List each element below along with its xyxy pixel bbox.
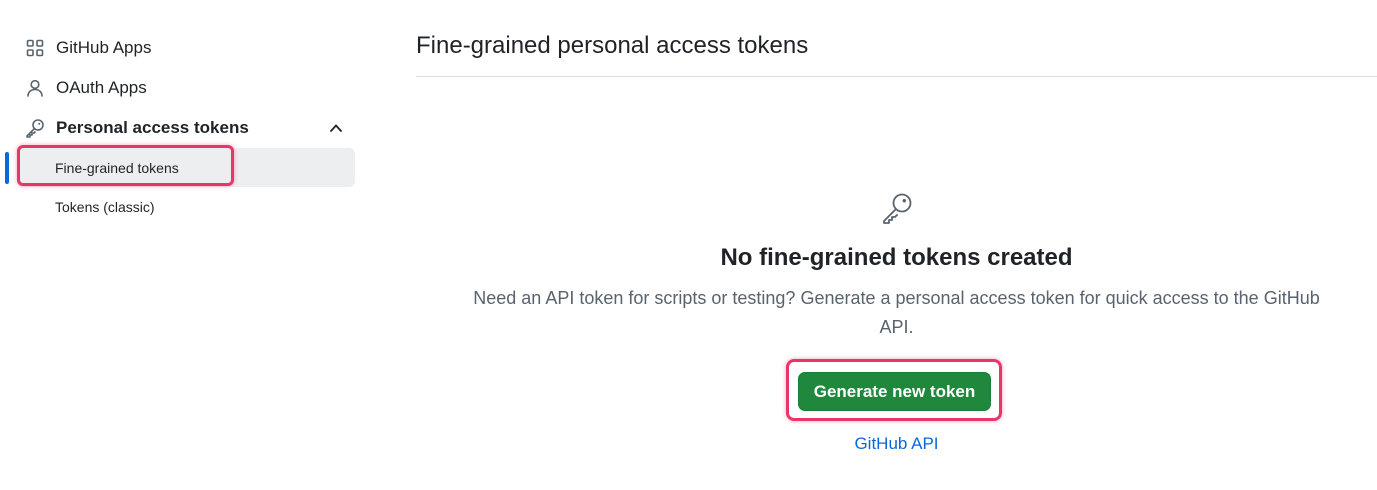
sidebar-subitem-label: Fine-grained tokens bbox=[55, 159, 179, 176]
sidebar-item-label: GitHub Apps bbox=[56, 38, 152, 57]
blank-state-title: No fine-grained tokens created bbox=[720, 244, 1073, 271]
key-icon bbox=[879, 190, 915, 226]
github-api-link[interactable]: GitHub API bbox=[416, 434, 1377, 454]
active-indicator bbox=[5, 152, 9, 184]
sidebar: GitHub Apps OAuth Apps Personal access t… bbox=[0, 28, 360, 226]
sidebar-subitem-label: Tokens (classic) bbox=[55, 198, 155, 215]
sidebar-item-personal-access-tokens[interactable]: Personal access tokens bbox=[0, 108, 360, 148]
key-icon bbox=[24, 117, 46, 139]
sidebar-subitem-tokens-classic[interactable]: Tokens (classic) bbox=[17, 187, 355, 226]
blank-state-description: Need an API token for scripts or testing… bbox=[473, 288, 1320, 337]
sidebar-subitem-fine-grained-tokens[interactable]: Fine-grained tokens bbox=[17, 148, 355, 187]
sidebar-item-oauth-apps[interactable]: OAuth Apps bbox=[0, 68, 360, 108]
sidebar-item-label: Personal access tokens bbox=[56, 118, 249, 137]
person-icon bbox=[24, 77, 46, 99]
apps-grid-icon bbox=[24, 37, 46, 59]
sidebar-item-label: OAuth Apps bbox=[56, 78, 147, 97]
title-divider bbox=[416, 76, 1377, 77]
page-title: Fine-grained personal access tokens bbox=[416, 32, 809, 59]
blank-state: No fine-grained tokens created Need an A… bbox=[416, 190, 1377, 342]
generate-new-token-button[interactable]: Generate new token bbox=[798, 372, 991, 411]
sidebar-item-github-apps[interactable]: GitHub Apps bbox=[0, 28, 360, 68]
chevron-up-icon[interactable] bbox=[326, 118, 346, 138]
